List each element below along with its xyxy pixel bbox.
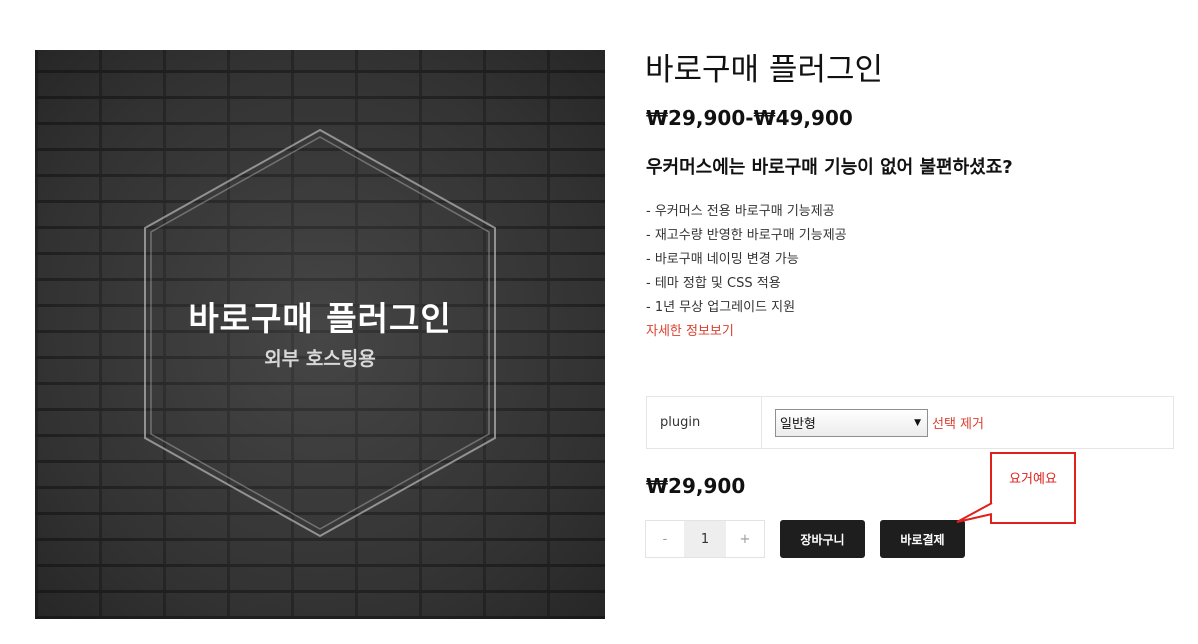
more-info-link[interactable]: 자세한 정보보기	[646, 320, 734, 344]
feature-item: - 1년 무상 업그레이드 지원	[646, 300, 796, 315]
annotation-callout	[990, 452, 1076, 524]
reset-selection-link[interactable]: 선택 제거	[932, 413, 984, 432]
callout-pointer-icon	[956, 502, 993, 523]
feature-list: - 우커머스 전용 바로구매 기능제공 - 재고수량 반영한 바로구매 기능제공…	[646, 200, 847, 320]
dropdown-arrow-icon: ▼	[914, 417, 921, 428]
price-range: ₩29,900-₩49,900	[646, 106, 853, 130]
product-title: 바로구매 플러그인	[645, 52, 884, 88]
quantity-minus-button[interactable]: -	[646, 521, 684, 557]
quantity-input[interactable]: 1	[684, 521, 726, 557]
feature-item: - 재고수량 반영한 바로구매 기능제공	[646, 228, 847, 243]
annotation-text: 요거예요	[1009, 472, 1057, 487]
product-headline: 우커머스에는 바로구매 기능이 없어 불편하셨죠?	[646, 157, 1013, 178]
buy-now-button[interactable]: 바로결제	[880, 520, 965, 558]
variation-label: plugin	[647, 397, 762, 448]
quantity-stepper: - 1 +	[645, 520, 765, 558]
add-to-cart-button[interactable]: 장바구니	[780, 520, 865, 558]
image-title: 바로구매 플러그인	[188, 299, 452, 338]
quantity-plus-button[interactable]: +	[726, 521, 764, 557]
variations-table: plugin 일반형 ▼ 선택 제거	[646, 396, 1174, 449]
variation-price: ₩29,900	[646, 474, 746, 498]
select-value: 일반형	[780, 417, 816, 432]
product-page: 바로구매 플러그인 외부 호스팅용 바로구매 플러그인 ₩29,900-₩49,…	[0, 0, 1198, 644]
feature-item: - 바로구매 네이밍 변경 가능	[646, 252, 799, 267]
variation-value-cell: 일반형 ▼ 선택 제거	[762, 397, 984, 448]
plugin-type-select[interactable]: 일반형 ▼	[775, 408, 928, 437]
image-subtitle: 외부 호스팅용	[264, 348, 376, 370]
product-image[interactable]: 바로구매 플러그인 외부 호스팅용	[35, 50, 605, 619]
feature-item: - 테마 정합 및 CSS 적용	[646, 276, 781, 291]
feature-item: - 우커머스 전용 바로구매 기능제공	[646, 204, 835, 219]
